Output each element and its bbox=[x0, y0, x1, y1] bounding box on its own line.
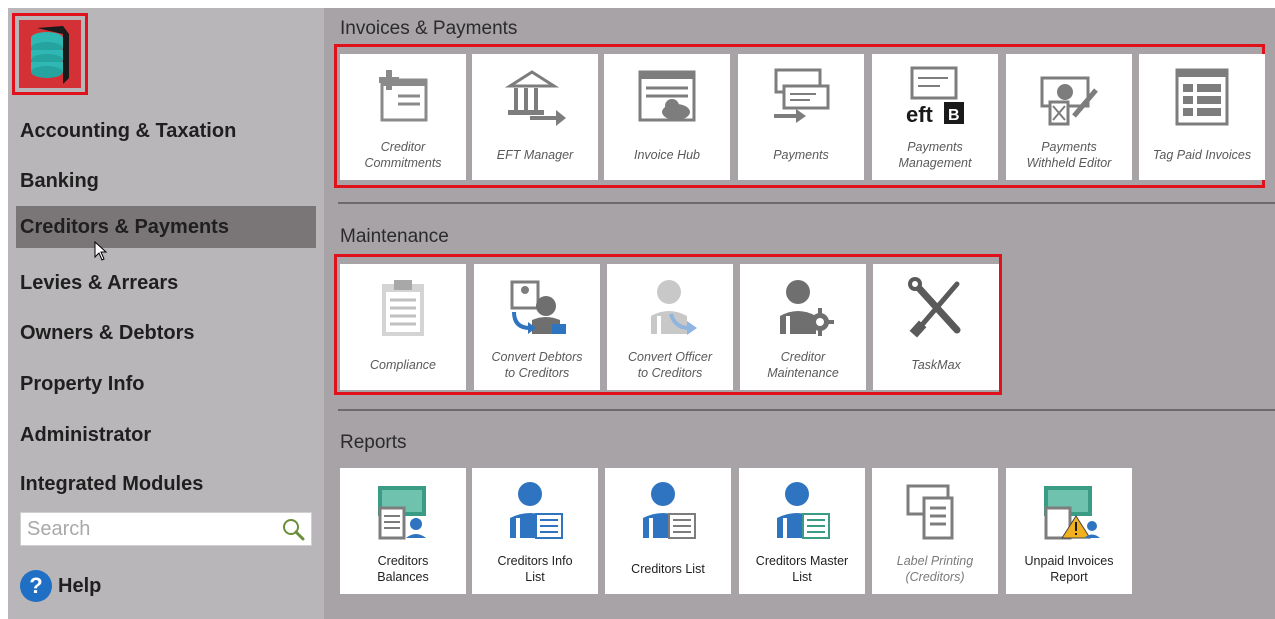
tile-label: Convert Debtors to Creditors bbox=[491, 350, 583, 380]
tools-icon bbox=[908, 277, 961, 338]
svg-text:B: B bbox=[948, 107, 960, 124]
nav-accounting-taxation[interactable]: Accounting & Taxation bbox=[16, 110, 316, 152]
tile-creditor-commitments[interactable]: Creditor Commitments bbox=[340, 54, 466, 180]
database-logo-icon bbox=[31, 26, 69, 84]
nav-levies-arrears[interactable]: Levies & Arrears bbox=[16, 262, 316, 304]
tile-creditor-maintenance[interactable]: Creditor Maintenance bbox=[740, 264, 866, 390]
tile-label-printing[interactable]: Label Printing (Creditors) bbox=[872, 468, 998, 594]
nav-creditors-payments[interactable]: Creditors & Payments bbox=[16, 206, 316, 248]
app-logo[interactable] bbox=[19, 20, 81, 88]
nav-property-info[interactable]: Property Info bbox=[16, 363, 316, 405]
tile-creditors-master-list[interactable]: Creditors Master List bbox=[739, 468, 865, 594]
logo-highlight bbox=[12, 13, 88, 95]
tile-label: Tag Paid Invoices bbox=[1152, 148, 1252, 162]
help-link[interactable]: ? Help bbox=[20, 566, 101, 606]
tile-unpaid-invoices-report[interactable]: Unpaid Invoices Report bbox=[1006, 468, 1132, 594]
tile-tag-paid-invoices[interactable]: Tag Paid Invoices bbox=[1139, 54, 1265, 180]
tile-label: TaskMax bbox=[911, 358, 961, 372]
tag-paid-invoices-icon bbox=[1175, 68, 1229, 126]
search-box bbox=[20, 512, 312, 546]
invoice-hub-icon bbox=[638, 70, 696, 122]
help-icon: ? bbox=[20, 570, 52, 602]
tile-convert-officer[interactable]: Convert Officer to Creditors bbox=[607, 264, 733, 390]
search-input[interactable] bbox=[21, 513, 271, 545]
tile-creditors-list[interactable]: Creditors List bbox=[605, 468, 731, 594]
tile-label: Unpaid Invoices Report bbox=[1024, 554, 1114, 584]
convert-debtors-icon bbox=[510, 280, 566, 334]
tile-label: Invoice Hub bbox=[633, 148, 700, 162]
tile-creditors-info-list[interactable]: Creditors Info List bbox=[472, 468, 598, 594]
tile-label: EFT Manager bbox=[496, 148, 574, 162]
tile-label: Creditors Master List bbox=[755, 554, 849, 584]
creditors-info-icon bbox=[510, 482, 563, 539]
tile-label: Convert Officer to Creditors bbox=[627, 350, 713, 380]
tile-payments-management[interactable]: eft B Payments Management bbox=[872, 54, 998, 180]
creditors-master-icon bbox=[777, 482, 830, 539]
tile-invoice-hub[interactable]: Invoice Hub bbox=[604, 54, 730, 180]
creditor-maintenance-icon bbox=[780, 280, 834, 336]
tile-label: Payments Withheld Editor bbox=[1026, 140, 1112, 170]
unpaid-invoices-icon bbox=[1044, 486, 1100, 540]
nav-administrator[interactable]: Administrator bbox=[16, 414, 316, 456]
tile-convert-debtors[interactable]: Convert Debtors to Creditors bbox=[474, 264, 600, 390]
section-divider bbox=[338, 409, 1275, 411]
tile-label: Payments Management bbox=[898, 140, 972, 170]
section-title-reports: Reports bbox=[340, 432, 407, 453]
tile-eft-manager[interactable]: EFT Manager bbox=[472, 54, 598, 180]
main-panel: Invoices & Payments Creditor Commitments… bbox=[324, 8, 1275, 619]
tile-label: Payments bbox=[773, 148, 829, 162]
mouse-cursor-icon bbox=[94, 241, 108, 261]
creditor-commitments-icon bbox=[379, 70, 428, 122]
tile-taskmax[interactable]: TaskMax bbox=[873, 264, 999, 390]
tile-label: Compliance bbox=[369, 358, 436, 372]
eft-manager-icon bbox=[504, 70, 566, 126]
section-divider bbox=[338, 202, 1275, 204]
nav-owners-debtors[interactable]: Owners & Debtors bbox=[16, 312, 316, 354]
payments-icon bbox=[774, 68, 830, 123]
svg-text:eft: eft bbox=[906, 102, 934, 127]
payments-withheld-icon bbox=[1040, 76, 1098, 126]
section-title-invoices: Invoices & Payments bbox=[340, 18, 518, 39]
search-icon[interactable] bbox=[281, 517, 305, 541]
tile-creditors-balances[interactable]: Creditors Balances bbox=[340, 468, 466, 594]
tile-label: Creditor Maintenance bbox=[767, 350, 839, 380]
payments-management-icon: eft B bbox=[906, 66, 964, 127]
clipboard-icon bbox=[382, 280, 424, 336]
nav-banking[interactable]: Banking bbox=[16, 160, 316, 202]
tile-label: Label Printing (Creditors) bbox=[896, 554, 974, 584]
tile-payments-withheld-editor[interactable]: Payments Withheld Editor bbox=[1006, 54, 1132, 180]
nav-integrated-modules[interactable]: Integrated Modules bbox=[16, 463, 316, 505]
creditors-balances-icon bbox=[378, 486, 426, 540]
tile-label: Creditors List bbox=[631, 562, 705, 576]
tile-label: Creditor Commitments bbox=[364, 140, 442, 170]
section-title-maintenance: Maintenance bbox=[340, 226, 449, 247]
tile-compliance[interactable]: Compliance bbox=[340, 264, 466, 390]
tile-label: Creditors Info List bbox=[497, 554, 573, 584]
label-printing-icon bbox=[906, 484, 954, 540]
help-label: Help bbox=[58, 574, 102, 597]
convert-officer-icon bbox=[651, 280, 697, 335]
creditors-list-icon bbox=[643, 482, 696, 539]
sidebar: Accounting & Taxation Banking Creditors … bbox=[8, 8, 324, 619]
tile-payments[interactable]: Payments bbox=[738, 54, 864, 180]
tile-label: Creditors Balances bbox=[377, 554, 429, 584]
